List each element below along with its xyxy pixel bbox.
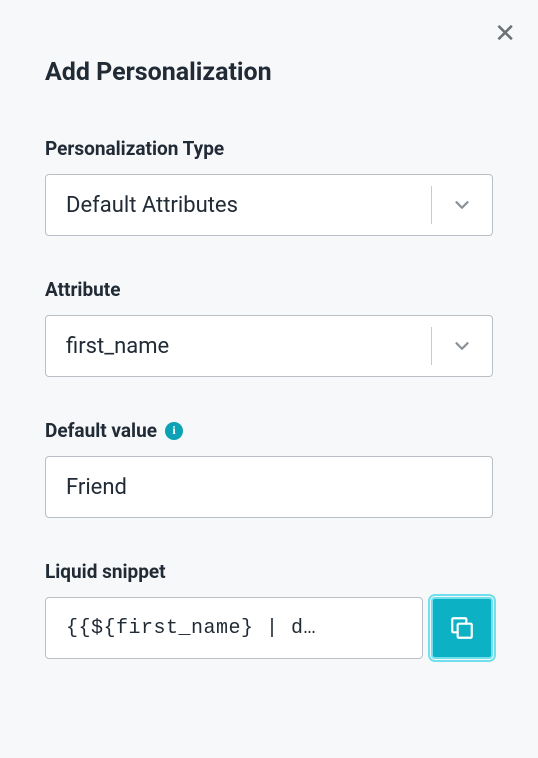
field-personalization-type: Personalization Type Default Attributes [45,137,493,236]
close-button[interactable]: ✕ [494,20,516,46]
label-personalization-type: Personalization Type [45,137,493,160]
chevron-down-icon [432,335,492,357]
info-icon[interactable]: i [165,422,183,440]
copy-button[interactable] [431,597,493,659]
field-liquid-snippet: Liquid snippet {{${first_name} | d… [45,560,493,659]
chevron-down-icon [432,194,492,216]
label-attribute: Attribute [45,278,493,301]
label-liquid-snippet: Liquid snippet [45,560,493,583]
input-default-value[interactable] [45,456,493,518]
close-icon: ✕ [494,18,516,48]
field-default-value: Default value i [45,419,493,518]
label-text: Default value [45,419,157,442]
select-attribute[interactable]: first_name [45,315,493,377]
copy-icon [449,615,475,641]
select-value: first_name [46,334,431,359]
select-value: Default Attributes [46,193,431,218]
field-attribute: Attribute first_name [45,278,493,377]
select-personalization-type[interactable]: Default Attributes [45,174,493,236]
snippet-row: {{${first_name} | d… [45,597,493,659]
modal-title: Add Personalization [45,58,493,87]
label-default-value: Default value i [45,419,493,442]
snippet-output[interactable]: {{${first_name} | d… [45,597,423,659]
